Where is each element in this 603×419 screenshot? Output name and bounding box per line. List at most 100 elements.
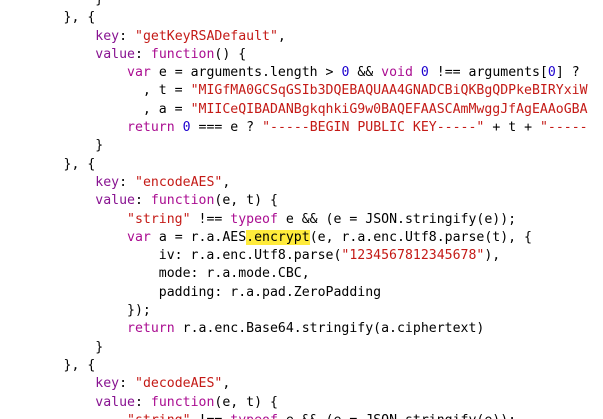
- code-token: mode: r.a.mode.CBC,: [158, 266, 310, 282]
- code-line: }: [0, 339, 588, 357]
- code-token: :: [134, 46, 151, 62]
- code-line: key: "encodeAES",: [0, 174, 588, 192]
- code-line: iv: r.a.enc.Utf8.parse("1234567812345678…: [0, 247, 588, 265]
- code-line: , t = "MIGfMA0GCSqGSIb3DQEBAQUAA4GNADCBi…: [0, 82, 588, 100]
- code-token: ,: [222, 376, 231, 392]
- code-line: var a = r.a.AES.encrypt(e, r.a.enc.Utf8.…: [0, 229, 588, 247]
- code-token: :: [134, 394, 151, 410]
- code-token: });: [127, 303, 151, 319]
- code-token: ,: [222, 174, 231, 190]
- code-token: + t +: [484, 120, 540, 136]
- code-line: key: "decodeAES",: [0, 375, 588, 393]
- code-token: :: [119, 376, 135, 392]
- code-token: }: [95, 339, 104, 355]
- code-line: return 0 === e ? "-----BEGIN PUBLIC KEY-…: [0, 119, 588, 137]
- code-token: ] ?: [555, 65, 580, 81]
- code-line: key: "getKeyRSADefault",: [0, 28, 588, 46]
- code-token: :: [119, 28, 135, 44]
- code-line: "string" !== typeof e && (e = JSON.strin…: [0, 211, 588, 229]
- code-token: (e, t) {: [214, 394, 278, 410]
- code-token: value: [95, 193, 135, 209]
- code-token: var: [127, 65, 151, 81]
- code-token: "string": [127, 413, 191, 419]
- code-token: (e, r.a.enc.Utf8.parse(t), {: [309, 229, 532, 245]
- code-line: "string" !== typeof e && (e = JSON.strin…: [0, 412, 588, 419]
- code-token: 0: [547, 65, 556, 81]
- code-line: value: function(e, t) {: [0, 394, 588, 412]
- code-token: }: [95, 138, 104, 154]
- code-token: r.a.enc.Base64.stringify(a.ciphertext): [174, 321, 485, 337]
- code-token: "MIGfMA0GCSqGSIb3DQEBAQUAA4GNADCBiQKBgQD…: [190, 83, 588, 99]
- code-token: ,: [277, 28, 286, 44]
- code-token: , a =: [142, 101, 191, 117]
- code-token: (e, t) {: [214, 193, 278, 209]
- code-token: === e ?: [190, 120, 263, 136]
- code-token: !==: [190, 211, 231, 227]
- code-token: 0: [182, 120, 191, 136]
- code-token: key: [95, 28, 120, 44]
- code-token: key: [95, 376, 120, 392]
- code-token: return: [127, 120, 175, 136]
- code-token: "-----: [539, 120, 588, 136]
- code-token: "encodeAES": [135, 174, 223, 190]
- code-line: value: function(e, t) {: [0, 192, 588, 210]
- code-token: ),: [484, 248, 501, 264]
- code-token: "string": [127, 211, 191, 227]
- code-line: }: [0, 0, 588, 9]
- code-token: !== arguments[: [428, 65, 548, 81]
- code-token: "1234567812345678": [341, 248, 485, 264]
- code-token: iv: r.a.enc.Utf8.parse(: [158, 248, 342, 264]
- code-block[interactable]: } }, { key: "getKeyRSADefault", value: f…: [0, 0, 588, 419]
- code-token: !==: [191, 413, 231, 419]
- code-token: typeof: [230, 413, 278, 419]
- code-line: }, {: [0, 9, 588, 27]
- code-line: }: [0, 137, 588, 155]
- code-token: &&: [349, 65, 382, 81]
- search-match-highlight: .encrypt: [246, 229, 310, 245]
- code-token: "getKeyRSADefault": [135, 28, 278, 44]
- code-token: a = r.a.AES: [150, 229, 247, 245]
- code-token: typeof: [230, 211, 278, 227]
- code-token: function: [150, 193, 215, 209]
- code-line: mode: r.a.mode.CBC,: [0, 265, 588, 283]
- code-token: "decodeAES": [135, 376, 223, 392]
- code-line: padding: r.a.pad.ZeroPadding: [0, 284, 588, 302]
- source-code-viewer[interactable]: } }, { key: "getKeyRSADefault", value: f…: [0, 0, 603, 419]
- code-line: });: [0, 302, 588, 320]
- code-token: e && (e = JSON.stringify(e));: [277, 211, 517, 227]
- code-token: value: [95, 46, 135, 62]
- code-line: , a = "MIICeQIBADANBgkqhkiG9w0BAQEFAASCA…: [0, 101, 588, 119]
- code-token: :: [119, 174, 135, 190]
- code-token: }, {: [63, 156, 96, 172]
- code-line: }, {: [0, 357, 588, 375]
- code-token: value: [95, 394, 135, 410]
- code-line: var e = arguments.length > 0 && void 0 !…: [0, 64, 588, 82]
- code-token: :: [134, 193, 151, 209]
- code-token: }, {: [63, 357, 96, 373]
- code-token: var: [127, 229, 151, 245]
- code-token: e && (e = JSON.stringify(e));: [278, 413, 516, 419]
- code-token: , t =: [142, 83, 191, 99]
- code-token: 0: [420, 65, 429, 81]
- code-token: void: [381, 65, 413, 81]
